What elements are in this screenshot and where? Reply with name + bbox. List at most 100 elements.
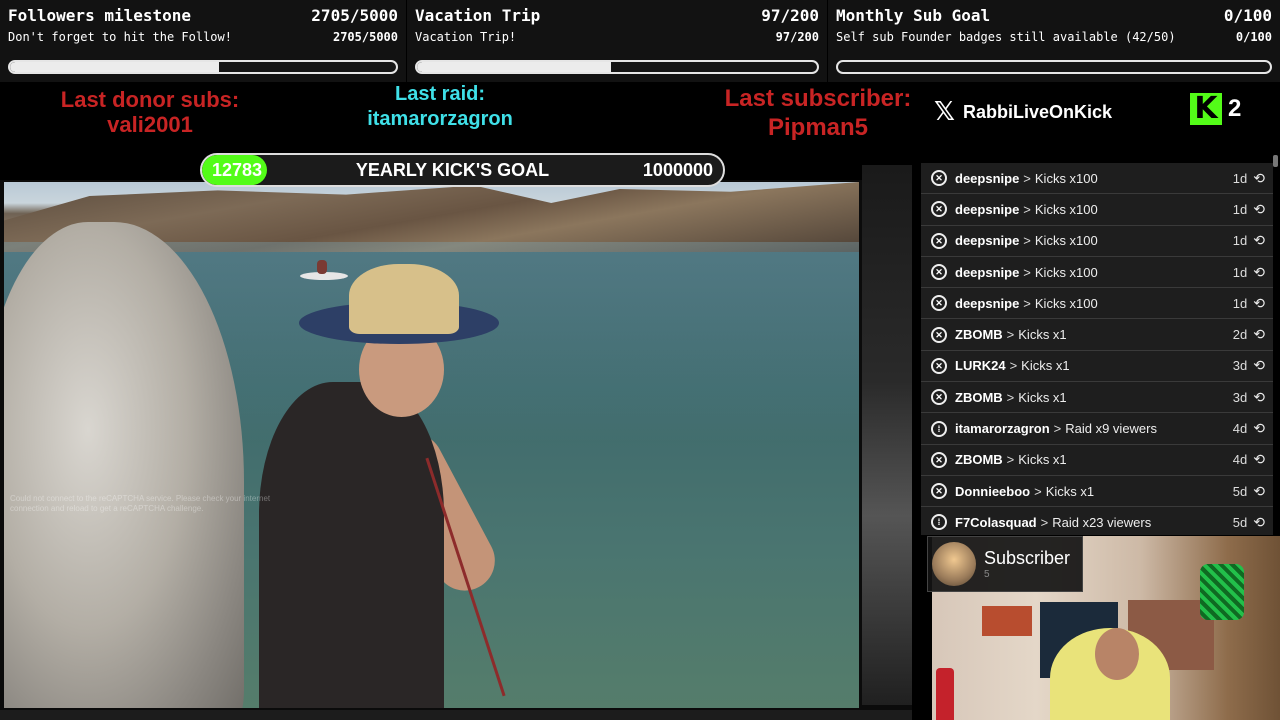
chevron-right-icon: > <box>1023 264 1031 280</box>
kick-count: K 2 <box>1190 93 1241 125</box>
feed-scrollbar[interactable] <box>1273 155 1278 167</box>
feed-action: Kicks x100 <box>1034 295 1098 311</box>
subscriber-card-title: Subscriber <box>984 548 1071 568</box>
feed-time: 5d <box>1232 514 1248 530</box>
goal-progress-bar <box>836 60 1272 74</box>
replay-icon[interactable]: ⟲ <box>1253 451 1265 468</box>
replay-icon[interactable]: ⟲ <box>1253 170 1265 187</box>
feed-item: ✕ deepsnipe > Kicks x100 1d ⟲ <box>921 288 1273 320</box>
feed-user: deepsnipe <box>955 295 1020 311</box>
goal-subtitle-value: 2705/5000 <box>332 30 398 44</box>
replay-icon[interactable]: ⟲ <box>1253 357 1265 374</box>
goal-progress-bar <box>8 60 398 74</box>
followers-goal-widget: Followers milestone 2705/5000 Don't forge… <box>0 0 406 82</box>
feed-user: F7Colasquad <box>955 514 1037 530</box>
goal-progress-fill <box>417 62 611 72</box>
goal-title: Vacation Trip <box>415 6 541 25</box>
feed-item: ✕ ZBOMB > Kicks x1 4d ⟲ <box>921 444 1273 476</box>
replay-icon[interactable]: ⟲ <box>1253 232 1265 249</box>
feed-time: 1d <box>1232 201 1248 217</box>
social-handle-text: RabbiLiveOnKick <box>962 101 1112 122</box>
kick-icon: ✕ <box>931 232 947 249</box>
stream-edge <box>862 165 912 705</box>
feed-action: Kicks x1 <box>1018 389 1067 405</box>
feed-user: deepsnipe <box>955 170 1020 186</box>
chevron-right-icon: > <box>1023 170 1031 186</box>
goal-title-value: 2705/5000 <box>311 6 398 25</box>
feed-time: 3d <box>1232 358 1248 374</box>
soda-bottle <box>936 668 954 720</box>
last-raid-label: Last raid: <box>394 83 486 105</box>
feed-action: Raid x23 viewers <box>1052 514 1152 530</box>
last-subscriber-widget: Last subscriber: Pipman5 <box>700 84 936 142</box>
last-subscriber-label: Last subscriber: <box>724 85 912 112</box>
captcha-error-text: Could not connect to the reCAPTCHA servi… <box>10 494 271 513</box>
feed-action: Kicks x1 <box>1021 358 1070 374</box>
feed-user: deepsnipe <box>955 201 1020 217</box>
goal-title-value: 0/100 <box>1223 6 1272 25</box>
feed-action: Kicks x100 <box>1034 233 1098 249</box>
kick-icon: ✕ <box>931 483 947 500</box>
replay-icon[interactable]: ⟲ <box>1253 264 1265 281</box>
raid-icon: ⁞ <box>931 514 947 531</box>
replay-icon[interactable]: ⟲ <box>1253 295 1265 312</box>
sub-goal-widget: Monthly Sub Goal 0/100 Self sub Founder b… <box>828 0 1280 82</box>
vacation-goal-widget: Vacation Trip 97/200 Vacation Trip! 97/200 <box>407 0 827 82</box>
replay-icon[interactable]: ⟲ <box>1253 326 1265 343</box>
stream-video: Could not connect to the reCAPTCHA servi… <box>0 180 912 710</box>
feed-action: Raid x9 viewers <box>1065 421 1157 437</box>
last-subscriber-name: Pipman5 <box>767 114 869 141</box>
goal-subtitle: Self sub Founder badges still available … <box>836 30 1176 44</box>
chevron-right-icon: > <box>1023 201 1031 217</box>
chevron-right-icon: > <box>1053 421 1062 437</box>
feed-time: 4d <box>1232 452 1248 468</box>
replay-icon[interactable]: ⟲ <box>1253 514 1265 531</box>
feed-time: 3d <box>1232 389 1248 405</box>
feed-user: deepsnipe <box>955 233 1020 249</box>
feed-item: ✕ deepsnipe > Kicks x100 1d ⟲ <box>921 256 1273 289</box>
goal-subtitle-value: 0/100 <box>1235 30 1272 44</box>
feed-user: ZBOMB <box>955 452 1003 468</box>
goal-title: Monthly Sub Goal <box>836 6 991 25</box>
raid-icon: ⁞ <box>931 420 947 437</box>
wall-poster <box>982 606 1032 636</box>
chevron-right-icon: > <box>1040 514 1049 530</box>
yearly-goal-label: YEARLY KICK'S GOAL <box>355 159 550 180</box>
feed-item: ✕ ZBOMB > Kicks x1 2d ⟲ <box>921 319 1273 351</box>
feed-time: 1d <box>1232 264 1248 280</box>
kick-icon: ✕ <box>931 326 947 343</box>
feed-time: 1d <box>1232 170 1248 186</box>
feed-user: itamarorzagron <box>955 421 1050 437</box>
yearly-kicks-goal-bar: 12783 YEARLY KICK'S GOAL 1000000 <box>200 153 725 187</box>
feed-user: deepsnipe <box>955 264 1020 280</box>
yearly-goal-target: 1000000 <box>642 159 713 180</box>
kayak-paddler <box>317 260 327 274</box>
goal-progress-bar <box>415 60 819 74</box>
feed-action: Kicks x100 <box>1034 170 1098 186</box>
video-frame: Could not connect to the reCAPTCHA servi… <box>4 182 859 708</box>
kick-icon: ✕ <box>931 264 947 281</box>
chevron-right-icon: > <box>1023 233 1031 249</box>
feed-action: Kicks x100 <box>1034 264 1098 280</box>
feed-time: 1d <box>1232 233 1248 249</box>
feed-time: 5d <box>1232 483 1248 499</box>
chevron-right-icon: > <box>1006 327 1015 343</box>
avatar <box>932 542 976 586</box>
last-raid-name: itamarorzagron <box>367 108 513 130</box>
activity-feed: ✕ deepsnipe > Kicks x100 1d ⟲ ✕ deepsnipe > Kicks… <box>921 163 1273 535</box>
subscriber-card-count: 5 <box>984 569 990 580</box>
chevron-right-icon: > <box>1006 452 1015 468</box>
replay-icon[interactable]: ⟲ <box>1253 483 1265 500</box>
kick-icon: ✕ <box>931 389 947 406</box>
feed-action: Kicks x100 <box>1034 201 1098 217</box>
person-body <box>259 382 444 708</box>
gift-icon <box>1200 564 1244 620</box>
kick-icon: ✕ <box>931 451 947 468</box>
feed-action: Kicks x1 <box>1018 452 1067 468</box>
chevron-right-icon: > <box>1009 358 1018 374</box>
replay-icon[interactable]: ⟲ <box>1253 389 1265 406</box>
replay-icon[interactable]: ⟲ <box>1253 201 1265 218</box>
subscriber-alert-card: Subscriber 5 <box>927 536 1083 592</box>
replay-icon[interactable]: ⟲ <box>1253 420 1265 437</box>
last-donor-name: vali2001 <box>107 112 193 137</box>
